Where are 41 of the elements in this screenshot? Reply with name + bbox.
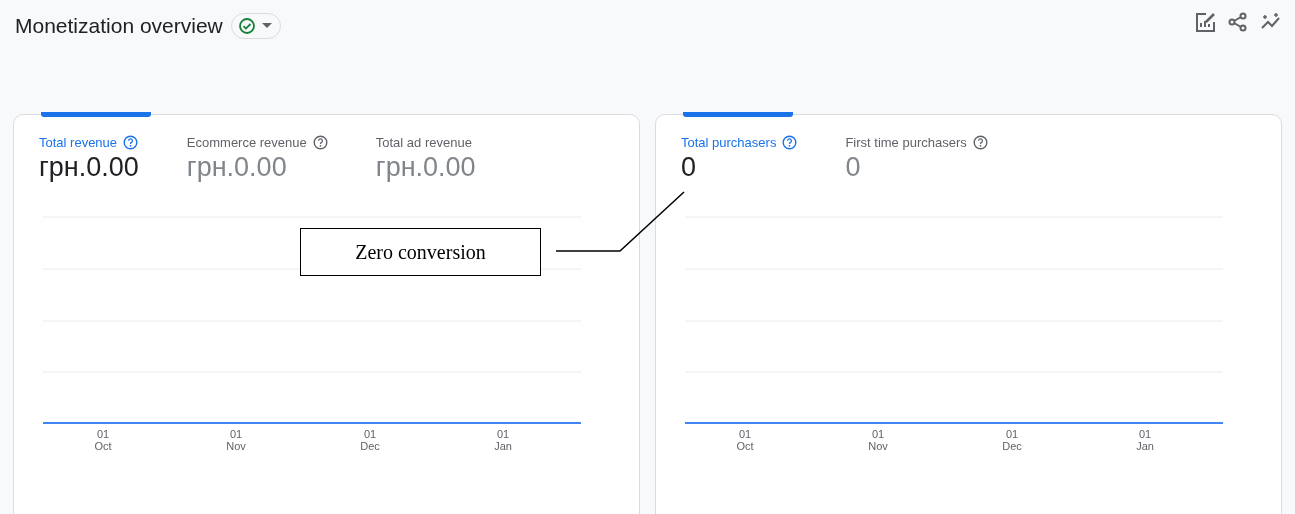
axis-day-label: 01 xyxy=(363,428,377,440)
axis-month-label: Dec xyxy=(1002,440,1022,452)
help-icon[interactable] xyxy=(123,135,139,150)
axis-day-label: 01 xyxy=(96,428,110,440)
page-title: Monetization overview xyxy=(15,14,223,38)
help-icon[interactable] xyxy=(312,135,328,150)
metric-tab[interactable]: Total purchasers 0 xyxy=(681,135,798,183)
metric-tab[interactable]: First time purchasers 0 xyxy=(845,135,988,183)
share-icon[interactable] xyxy=(1228,12,1248,32)
metric-label: Ecommerce revenue xyxy=(186,135,307,150)
axis-month-label: Jan xyxy=(1136,440,1154,452)
metric-value: грн.0.00 xyxy=(39,152,139,183)
axis-day-label: 01 xyxy=(496,428,510,440)
metric-value: грн.0.00 xyxy=(375,152,476,183)
metric-value: грн.0.00 xyxy=(186,152,288,183)
caret-icon xyxy=(261,23,272,29)
axis-month-label: Nov xyxy=(868,440,888,452)
axis-day-label: 01 xyxy=(1138,428,1152,440)
edit-chart-icon[interactable] xyxy=(1195,12,1216,33)
axis-day-label: 01 xyxy=(1005,428,1019,440)
axis-month-label: Oct xyxy=(736,440,754,452)
axis-month-label: Dec xyxy=(360,440,380,452)
metric-tab[interactable]: Ecommerce revenue грн.0.00 xyxy=(186,135,328,183)
axis-month-label: Nov xyxy=(226,440,246,452)
axis-month-label: Oct xyxy=(94,440,112,452)
metric-label: Total purchasers xyxy=(681,135,777,150)
axis-day-label: 01 xyxy=(738,428,752,440)
metric-label: Total revenue xyxy=(39,135,118,150)
axis-month-label: Jan xyxy=(494,440,512,452)
annotation-callout: Zero conversion xyxy=(300,228,541,276)
axis-day-label: 01 xyxy=(229,428,243,440)
metric-tab[interactable]: Total revenue грн.0.00 xyxy=(39,135,139,183)
help-icon[interactable] xyxy=(972,135,988,150)
metric-value: 0 xyxy=(681,152,698,183)
metric-tab[interactable]: Total ad revenue грн.0.00 xyxy=(375,135,476,183)
metric-label: First time purchasers xyxy=(845,135,967,150)
metric-label: Total ad revenue xyxy=(375,135,472,150)
metric-value: 0 xyxy=(845,152,862,183)
status-dropdown[interactable] xyxy=(230,13,281,39)
help-icon[interactable] xyxy=(782,135,798,150)
axis-day-label: 01 xyxy=(871,428,885,440)
